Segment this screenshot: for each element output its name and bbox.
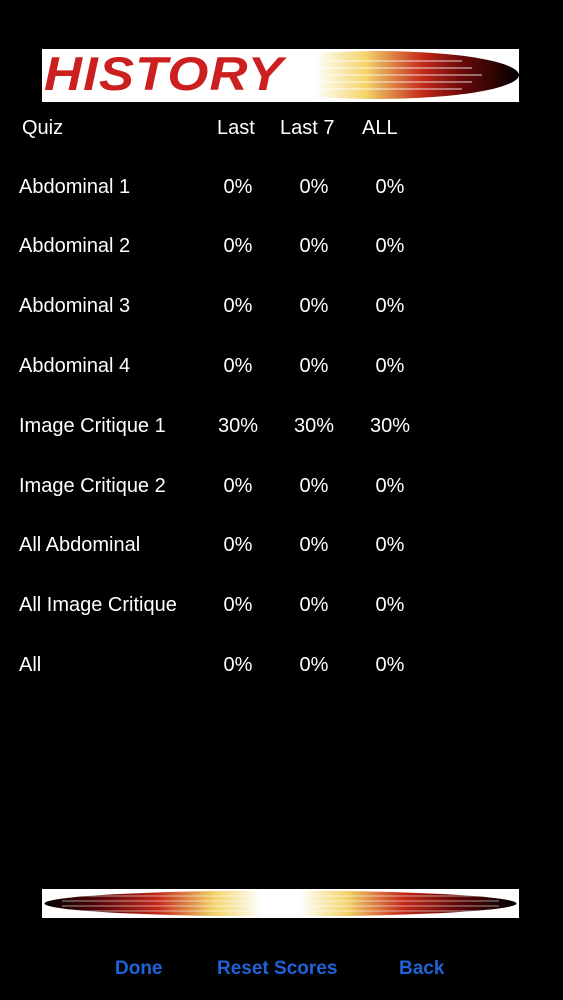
table-row: All Abdominal 0% 0% 0% — [0, 533, 563, 593]
bottom-streak-graphic — [44, 890, 517, 917]
score-last-7: 0% — [299, 654, 329, 676]
score-last: 0% — [223, 594, 253, 616]
score-last: 0% — [223, 176, 253, 198]
table-row: Abdominal 4 0% 0% 0% — [0, 354, 563, 414]
back-button[interactable]: Back — [399, 957, 444, 981]
table-row: Abdominal 1 0% 0% 0% — [0, 175, 563, 235]
table-row: All 0% 0% 0% — [0, 653, 563, 713]
score-last: 0% — [223, 235, 253, 257]
score-all: 0% — [375, 176, 405, 198]
reset-scores-button[interactable]: Reset Scores — [217, 957, 337, 981]
score-last-7: 30% — [293, 415, 335, 437]
table-row: All Image Critique 0% 0% 0% — [0, 593, 563, 653]
score-last-7: 0% — [299, 475, 329, 497]
quiz-name: Abdominal 1 — [19, 176, 131, 198]
score-last-7: 0% — [299, 235, 329, 257]
score-last-7: 0% — [299, 594, 329, 616]
table-row: Image Critique 2 0% 0% 0% — [0, 474, 563, 534]
history-title: HISTORY — [44, 49, 284, 100]
header-last: Last — [217, 117, 255, 139]
quiz-name: All — [19, 654, 42, 676]
score-last: 0% — [223, 475, 253, 497]
quiz-name: All Image Critique — [19, 594, 177, 616]
score-all: 30% — [369, 415, 411, 437]
quiz-name: Image Critique 1 — [19, 415, 166, 437]
score-all: 0% — [375, 594, 405, 616]
score-last: 0% — [223, 355, 253, 377]
quiz-name: Image Critique 2 — [19, 475, 166, 497]
score-last-7: 0% — [299, 176, 329, 198]
score-last: 0% — [223, 295, 253, 317]
score-last-7: 0% — [299, 295, 329, 317]
header-all: ALL — [362, 117, 398, 139]
score-all: 0% — [375, 355, 405, 377]
table-row: Abdominal 2 0% 0% 0% — [0, 234, 563, 294]
score-last-7: 0% — [299, 534, 329, 556]
score-last: 0% — [223, 654, 253, 676]
score-all: 0% — [375, 654, 405, 676]
table-row: Abdominal 3 0% 0% 0% — [0, 294, 563, 354]
quiz-name: Abdominal 3 — [19, 295, 131, 317]
history-banner: HISTORY — [42, 49, 519, 102]
bottom-banner — [42, 889, 519, 918]
header-last-7: Last 7 — [280, 117, 335, 139]
score-last: 0% — [223, 534, 253, 556]
score-last-7: 0% — [299, 355, 329, 377]
quiz-name: All Abdominal — [19, 534, 141, 556]
score-all: 0% — [375, 235, 405, 257]
quiz-name: Abdominal 2 — [19, 235, 131, 257]
header-quiz: Quiz — [22, 117, 64, 139]
done-button[interactable]: Done — [115, 957, 163, 981]
score-last: 30% — [217, 415, 259, 437]
table-row: Image Critique 1 30% 30% 30% — [0, 414, 563, 474]
quiz-name: Abdominal 4 — [19, 355, 131, 377]
score-all: 0% — [375, 475, 405, 497]
score-all: 0% — [375, 534, 405, 556]
score-all: 0% — [375, 295, 405, 317]
